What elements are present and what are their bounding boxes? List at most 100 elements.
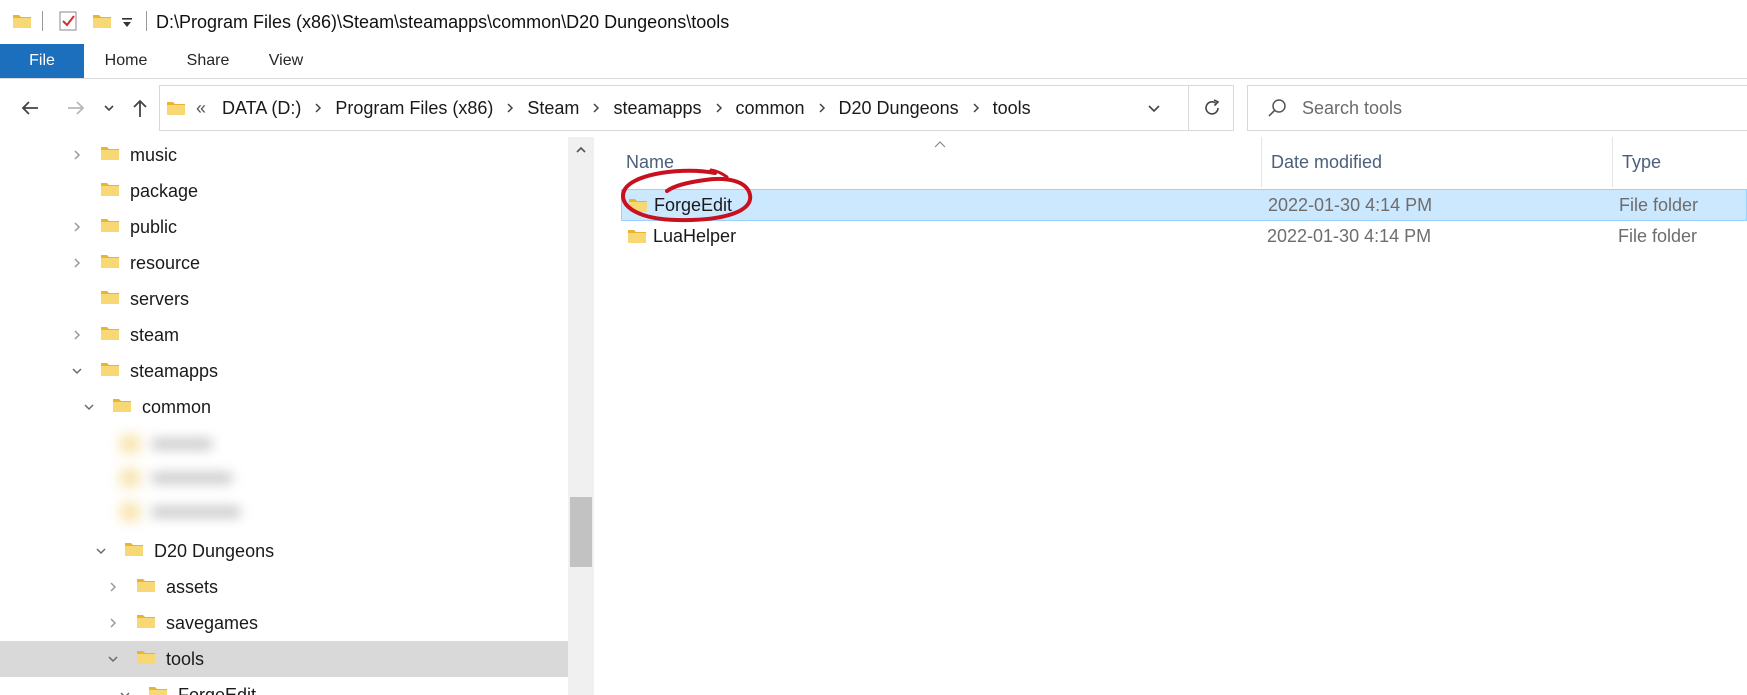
breadcrumb-overflow[interactable]: « [186,98,214,119]
redacted-nav-item [100,463,250,491]
scroll-thumb[interactable] [570,497,592,567]
nav-item-servers[interactable]: servers [0,281,568,317]
tab-home[interactable]: Home [92,44,160,78]
folder-icon [100,287,120,312]
folder-icon [12,11,32,31]
chevron-right-icon[interactable] [587,99,605,117]
folder-icon [100,359,120,384]
breadcrumb-tools[interactable]: tools [985,98,1039,119]
chevron-down-icon[interactable] [102,641,124,677]
recent-locations-button[interactable] [92,92,126,124]
chevron-right-icon[interactable] [66,209,88,245]
address-bar[interactable]: « DATA (D:) Program Files (x86) Steam st… [159,85,1234,131]
refresh-button[interactable] [1188,85,1234,131]
folder-icon [100,251,120,276]
chevron-right-icon[interactable] [66,245,88,281]
file-type: File folder [1619,194,1699,215]
search-icon [1268,99,1286,117]
nav-item-label: ForgeEdit [178,684,257,695]
nav-item-label: servers [130,288,190,309]
folder-icon [166,98,186,118]
chevron-right-icon[interactable] [501,99,519,117]
folder-icon [100,143,120,168]
nav-item-label: common [142,396,212,417]
chevron-right-icon[interactable] [66,137,88,173]
nav-scrollbar[interactable] [568,137,594,695]
chevron-down-icon[interactable] [78,389,100,425]
navigation-pane: music package public resource servers st… [0,137,568,695]
chevron-down-icon[interactable] [114,677,136,695]
nav-item-steamapps[interactable]: steamapps [0,353,568,389]
nav-item-steam[interactable]: steam [0,317,568,353]
chevron-right-icon[interactable] [309,99,327,117]
nav-item-tools[interactable]: tools [0,641,568,677]
chevron-right-icon[interactable] [66,317,88,353]
search-box[interactable]: Search tools [1247,85,1747,131]
chevron-right-icon[interactable] [813,99,831,117]
forward-button[interactable] [60,92,92,124]
nav-item-label: steam [130,324,180,345]
properties-check-icon[interactable] [58,10,78,32]
nav-item-savegames[interactable]: savegames [0,605,568,641]
new-folder-icon[interactable] [92,11,112,31]
nav-item-forgeedit[interactable]: ForgeEdit [0,677,568,695]
arrow-left-icon [21,101,38,115]
folder-icon [100,179,120,204]
chevron-down-icon [104,105,114,112]
column-header-type[interactable]: Type [1622,137,1742,187]
breadcrumb-common[interactable]: common [728,98,813,119]
arrow-right-icon [68,101,85,115]
file-date: 2022-01-30 4:14 PM [1268,194,1433,215]
chevron-right-icon[interactable] [102,605,124,641]
nav-item-label: assets [166,576,219,597]
nav-item-music[interactable]: music [0,137,568,173]
address-dropdown-button[interactable] [1138,92,1170,124]
folder-icon [112,395,132,420]
chevron-down-icon [1148,105,1160,113]
folder-icon [148,683,168,695]
customize-dropdown-icon[interactable] [120,15,134,29]
file-row-forgeedit[interactable]: ForgeEdit 2022-01-30 4:14 PM File folder [621,189,1747,221]
tab-view[interactable]: View [252,44,320,78]
nav-item-label: D20 Dungeons [154,540,275,561]
column-header-date-modified[interactable]: Date modified [1271,137,1601,187]
nav-item-label: savegames [166,612,259,633]
search-input[interactable]: Search tools [1302,98,1402,119]
nav-item-label: steamapps [130,360,219,381]
nav-item-label: public [130,216,178,237]
chevron-down-icon[interactable] [90,533,112,569]
tab-share[interactable]: Share [174,44,242,78]
nav-item-resource[interactable]: resource [0,245,568,281]
nav-item-assets[interactable]: assets [0,569,568,605]
chevron-down-icon[interactable] [66,353,88,389]
breadcrumb-data-drive[interactable]: DATA (D:) [214,98,309,119]
file-row-luahelper[interactable]: LuaHelper 2022-01-30 4:14 PM File folder [621,221,1747,253]
up-button[interactable] [124,92,156,124]
file-name: ForgeEdit [654,194,733,215]
breadcrumb-d20-dungeons[interactable]: D20 Dungeons [831,98,967,119]
breadcrumb-program-files[interactable]: Program Files (x86) [327,98,501,119]
nav-item-label: resource [130,252,201,273]
nav-item-package[interactable]: package [0,173,568,209]
tab-file[interactable]: File [0,44,84,78]
back-button[interactable] [14,92,46,124]
file-type: File folder [1618,225,1698,246]
folder-icon [136,611,156,636]
nav-item-d20-dungeons[interactable]: D20 Dungeons [0,533,568,569]
folder-icon [100,323,120,348]
column-header-name[interactable]: Name [626,137,1246,187]
chevron-right-icon[interactable] [967,99,985,117]
folder-icon [627,221,647,251]
scroll-up-button[interactable] [568,137,594,163]
nav-item-public[interactable]: public [0,209,568,245]
chevron-right-icon[interactable] [710,99,728,117]
nav-item-common[interactable]: common [0,389,568,425]
folder-icon [100,215,120,240]
breadcrumb-steamapps[interactable]: steamapps [605,98,709,119]
breadcrumb-steam[interactable]: Steam [519,98,587,119]
chevron-right-icon[interactable] [102,569,124,605]
arrow-up-icon [133,99,147,117]
folder-icon [136,647,156,672]
window-title: D:\Program Files (x86)\Steam\steamapps\c… [156,12,730,32]
nav-item-label: package [130,180,199,201]
